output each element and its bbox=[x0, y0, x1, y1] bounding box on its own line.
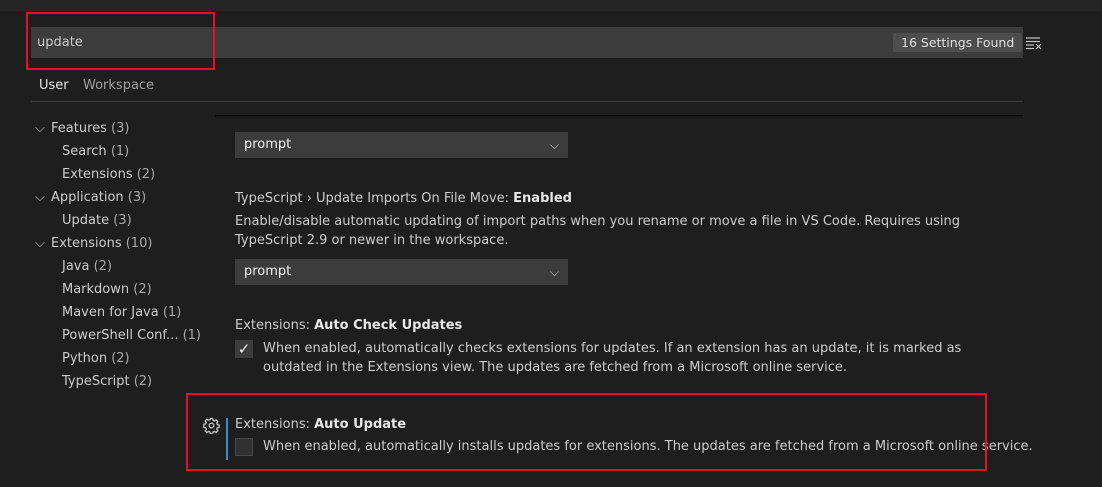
toc-item-count: (3) bbox=[113, 213, 132, 228]
toc-item-label: TypeScript bbox=[62, 374, 130, 389]
toc-item-count: (2) bbox=[133, 282, 152, 297]
clear-filter-icon[interactable] bbox=[1024, 34, 1044, 52]
toc-item-count: (10) bbox=[125, 236, 153, 251]
chevron-down-icon: ⌵ bbox=[549, 138, 559, 152]
gear-icon[interactable] bbox=[203, 417, 220, 434]
toc-item-features[interactable]: ⌵ Features (3) bbox=[35, 118, 129, 140]
toc-item-count: (1) bbox=[162, 305, 182, 320]
settings-search-bar: 16 Settings Found bbox=[31, 27, 1042, 58]
toc-item-label: Maven for Java bbox=[62, 305, 159, 320]
toc-item-count: (3) bbox=[127, 190, 147, 205]
setting-description: When enabled, automatically checks exten… bbox=[263, 341, 962, 375]
tabs-divider bbox=[31, 101, 1023, 102]
setting-category: TypeScript › Update Imports On File Move… bbox=[235, 191, 514, 206]
toc-item-maven-for-java[interactable]: Maven for Java (1) bbox=[62, 302, 181, 324]
toc-item-powershell[interactable]: PowerShell Conf... (1) bbox=[62, 325, 201, 347]
toc-item-label: Search bbox=[62, 144, 107, 159]
settings-editor: 16 Settings Found User Workspace ⌵ Featur… bbox=[0, 0, 1102, 487]
chevron-down-icon: ⌵ bbox=[35, 121, 45, 136]
setting-description: Enable/disable automatic updating of imp… bbox=[235, 214, 961, 248]
toc-item-markdown[interactable]: Markdown (2) bbox=[62, 279, 152, 301]
toc-item-java[interactable]: Java (2) bbox=[62, 256, 112, 278]
dropdown-value: prompt bbox=[244, 264, 292, 279]
toc-item-label: Python bbox=[62, 351, 108, 366]
dropdown-value: prompt bbox=[244, 137, 292, 152]
setting-name: Auto Check Updates bbox=[314, 318, 463, 333]
scroll-shadow bbox=[215, 115, 1023, 118]
chevron-down-icon: ⌵ bbox=[35, 236, 45, 251]
toc-item-label: Extensions bbox=[51, 236, 122, 251]
toc-item-count: (1) bbox=[182, 328, 202, 343]
toc-item-search[interactable]: Search (1) bbox=[62, 141, 129, 163]
toc-item-label: Markdown bbox=[62, 282, 130, 297]
setting-title-ts-update-imports: TypeScript › Update Imports On File Move… bbox=[235, 191, 572, 206]
setting-description: When enabled, automatically installs upd… bbox=[263, 439, 1033, 454]
toc-item-count: (2) bbox=[133, 374, 153, 389]
settings-found-count-badge: 16 Settings Found bbox=[893, 33, 1023, 52]
auto-update-checkbox[interactable] bbox=[235, 438, 253, 456]
setting-category: Extensions: bbox=[235, 417, 315, 432]
chevron-down-icon: ⌵ bbox=[35, 190, 45, 205]
toc-item-label: Application bbox=[51, 190, 124, 205]
tab-user[interactable]: User bbox=[39, 74, 69, 102]
toc-item-count: (1) bbox=[110, 144, 130, 159]
toc-item-update[interactable]: Update (3) bbox=[62, 210, 132, 232]
toc-item-label: Java bbox=[62, 259, 90, 274]
toc-item-count: (2) bbox=[111, 351, 130, 366]
setting-highlight-box bbox=[186, 393, 987, 471]
setting-category: Extensions: bbox=[235, 318, 315, 333]
toc-item-label: Update bbox=[62, 213, 110, 228]
setting-name: Auto Update bbox=[314, 417, 407, 432]
toc-item-application[interactable]: ⌵ Application (3) bbox=[35, 187, 146, 209]
toc-item-python[interactable]: Python (2) bbox=[62, 348, 130, 370]
setting-name: Enabled bbox=[513, 191, 572, 206]
check-icon: ✓ bbox=[237, 340, 251, 358]
focus-indicator-bar bbox=[226, 418, 228, 460]
setting-title-auto-check-updates: Extensions: Auto Check Updates bbox=[235, 318, 462, 333]
setting-title-auto-update: Extensions: Auto Update bbox=[235, 417, 406, 432]
toc-item-count: (2) bbox=[93, 259, 113, 274]
toc-item-count: (3) bbox=[111, 121, 130, 136]
toc-item-extensions-features[interactable]: Extensions (2) bbox=[62, 164, 155, 186]
toc-item-label: Features bbox=[51, 121, 107, 136]
toc-item-label: Extensions bbox=[62, 167, 133, 182]
auto-check-updates-checkbox[interactable]: ✓ bbox=[235, 340, 253, 358]
toc-item-extensions[interactable]: ⌵ Extensions (10) bbox=[35, 233, 152, 255]
chevron-down-icon: ⌵ bbox=[549, 265, 559, 279]
ts-update-imports-dropdown[interactable]: prompt ⌵ bbox=[235, 259, 568, 285]
toc-item-count: (2) bbox=[136, 167, 156, 182]
toc-item-typescript[interactable]: TypeScript (2) bbox=[62, 371, 152, 393]
editor-top-strip bbox=[0, 0, 1102, 11]
settings-search-input[interactable] bbox=[37, 27, 637, 58]
toc-item-label: PowerShell Conf... bbox=[62, 328, 179, 343]
previous-setting-dropdown[interactable]: prompt ⌵ bbox=[235, 132, 568, 158]
tab-workspace[interactable]: Workspace bbox=[83, 74, 154, 102]
